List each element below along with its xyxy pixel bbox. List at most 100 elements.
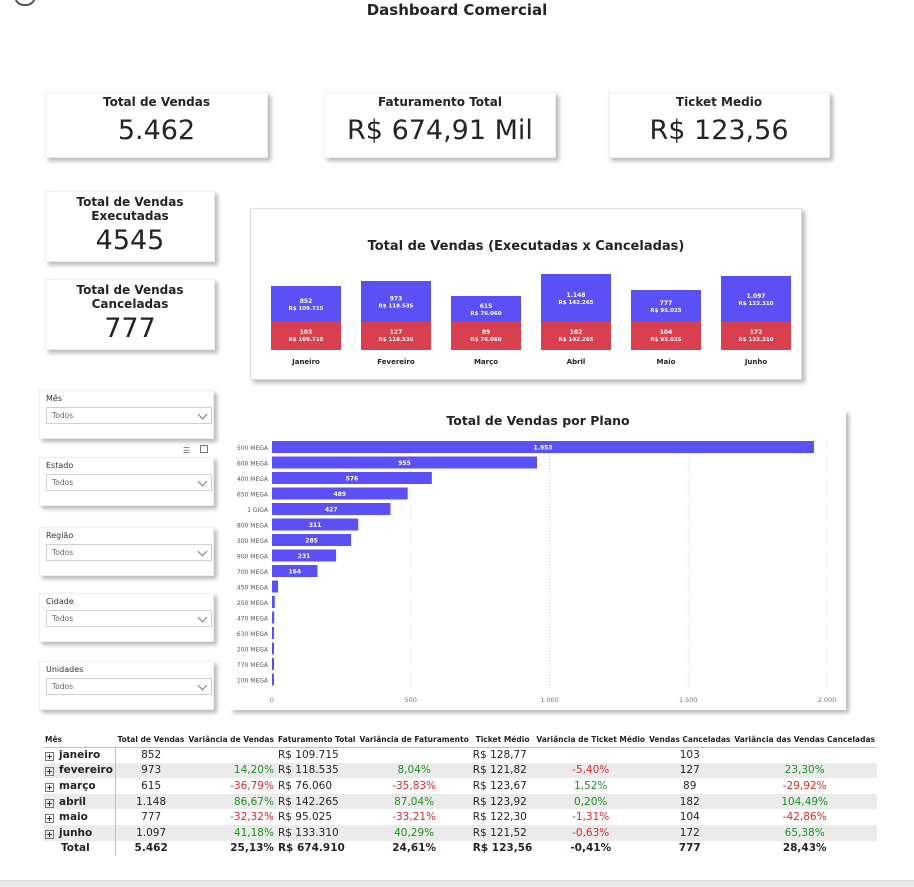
expand-icon[interactable]: + — [45, 767, 54, 777]
data-label: 164 — [288, 569, 301, 576]
data-label: R$ 109.715 — [288, 337, 323, 343]
data-label: 489 — [334, 491, 347, 498]
kpi-label: Total de Vendas — [102, 95, 210, 109]
chart-executadas-canceladas[interactable]: Total de Vendas (Executadas x Canceladas… — [250, 208, 802, 380]
filter-icon[interactable]: ☰ — [183, 446, 190, 455]
col-header[interactable]: Faturamento Total — [276, 733, 358, 747]
cell-var-ticket: -1,31% — [572, 811, 610, 824]
data-label: R$ 76.060 — [470, 311, 501, 317]
cell-var-canc: 65,38% — [732, 824, 877, 841]
filter-value: Todos — [52, 548, 74, 557]
data-label: 104 — [660, 329, 673, 336]
filter-value: Todos — [52, 682, 74, 691]
bar-plano — [272, 611, 275, 624]
cell-var-ticket: -5,40% — [534, 762, 648, 779]
filter-cidade[interactable]: Cidade Todos — [39, 593, 214, 642]
col-header[interactable]: Vendas Canceladas — [647, 733, 732, 747]
page-footer-bar — [0, 880, 914, 887]
cell-mes: + junho — [43, 824, 116, 841]
expand-icon[interactable]: + — [45, 782, 54, 792]
data-label: R$ 118.535 — [378, 304, 413, 310]
x-tick-label: Fevereiro — [377, 358, 415, 366]
col-header[interactable]: Total de Vendas — [115, 733, 186, 747]
kpi-label: Executadas — [91, 209, 169, 223]
cell-vendas: 1.148 — [115, 793, 187, 810]
x-tick-label: Abril — [567, 358, 586, 366]
chevron-down-icon — [197, 409, 208, 420]
cell-var-fat — [357, 747, 470, 763]
y-tick-label: 470 MEGA — [237, 616, 269, 623]
x-tick-label: 0 — [270, 696, 274, 704]
cell-var-vendas: -32,32% — [230, 811, 274, 824]
y-tick-label: 500 MEGA — [237, 445, 269, 452]
table-row[interactable]: + abril 1.148 86,67% R$ 142.265 87,04% R$ 123,… — [43, 793, 877, 810]
y-tick-label: 600 MEGA — [237, 461, 269, 468]
data-label: R$ 133.310 — [738, 337, 773, 343]
kpi-total-vendas: Total de Vendas 5.462 — [45, 92, 268, 158]
col-header[interactable]: Variância das Vendas Canceladas — [732, 733, 877, 747]
cell-fat: R$ 76.060 — [277, 779, 333, 792]
kpi-label: Total de Vendas — [76, 195, 184, 209]
data-label: 576 — [346, 476, 359, 483]
filter-dropdown[interactable]: Todos — [46, 407, 212, 424]
col-header[interactable]: Variância de Ticket Médio — [534, 733, 647, 747]
cell-canc: 777 — [678, 842, 701, 855]
x-tick-label: Junho — [744, 358, 768, 366]
filter-regiao[interactable]: Região Todos — [39, 527, 214, 576]
chevron-down-icon — [197, 612, 208, 623]
col-header[interactable]: Mês — [43, 733, 115, 747]
cell-mes: Total — [43, 840, 116, 857]
table-row[interactable]: + fevereiro 973 14,20% R$ 118.535 8,04% R$ 121… — [43, 762, 877, 779]
cell-vendas: 777 — [141, 811, 162, 824]
row-label: janeiro — [59, 749, 101, 762]
table-row[interactable]: + março 615 -36,79% R$ 76.060 -35,83% R$ 123,6… — [43, 778, 877, 794]
filter-unidades[interactable]: Unidades Todos — [39, 661, 214, 710]
filter-mes[interactable]: Mês Todos — [39, 390, 214, 439]
bar-plano — [272, 580, 279, 593]
col-header[interactable]: Variância de Faturamento — [357, 733, 470, 747]
y-tick-label: 650 MEGA — [237, 492, 269, 499]
table-row[interactable]: + janeiro 852 R$ 109.715 R$ 128,77 103 — [43, 747, 877, 763]
cell-ticket: R$ 123,67 — [472, 779, 527, 792]
row-label: abril — [59, 795, 86, 808]
expand-icon[interactable]: + — [45, 829, 54, 839]
filter-dropdown[interactable]: Todos — [46, 678, 212, 695]
data-label: 172 — [750, 329, 763, 336]
cell-vendas: 973 — [115, 762, 187, 779]
kpi-faturamento: Faturamento Total R$ 674,91 Mil — [324, 92, 556, 158]
cell-var-ticket: -0,41% — [570, 842, 612, 855]
cell-canc: 89 — [683, 779, 697, 792]
y-tick-label: 250 MEGA — [237, 600, 269, 607]
cell-fat: R$ 118.535 — [275, 762, 358, 779]
cell-canc: 127 — [647, 762, 733, 779]
chart-vendas-por-plano[interactable]: Total de Vendas por Plano 0 500 1.000 1.500… — [230, 410, 846, 710]
table-row[interactable]: + maio 777 -32,32% R$ 95.025 -33,21% R$ 122,30… — [43, 809, 877, 825]
cell-ticket: R$ 121,52 — [470, 824, 535, 841]
data-label: 285 — [305, 538, 318, 545]
table-row[interactable]: + junho 1.097 41,18% R$ 133.310 40,29% R$ 121,… — [43, 824, 877, 841]
filter-value: Todos — [52, 478, 74, 487]
filter-dropdown[interactable]: Todos — [46, 610, 212, 627]
col-header[interactable]: Ticket Médio — [471, 733, 535, 747]
expand-icon[interactable]: + — [45, 798, 54, 808]
bar-canceladas — [541, 322, 611, 350]
cell-ticket: R$ 128,77 — [472, 749, 527, 762]
filter-dropdown[interactable]: Todos — [46, 474, 212, 491]
expand-icon[interactable]: + — [45, 814, 54, 824]
cell-mes: + fevereiro — [43, 762, 116, 779]
filter-estado[interactable]: Estado Todos — [39, 457, 214, 506]
kpi-label: Total de Vendas — [76, 283, 184, 297]
cell-var-canc: -29,92% — [782, 779, 827, 792]
cell-var-vendas: 41,18% — [186, 824, 276, 841]
plan-bar-chart: 0 500 1.000 1.500 2.000 500 MEGA 1.953 600 MEGA… — [237, 441, 836, 704]
data-label: 955 — [398, 460, 411, 467]
filter-dropdown[interactable]: Todos — [46, 544, 212, 561]
expand-icon[interactable]: + — [45, 752, 54, 762]
col-header[interactable]: Variância de Vendas — [186, 733, 276, 747]
cell-var-fat: 8,04% — [357, 762, 471, 779]
data-label: 1.097 — [747, 293, 766, 300]
chevron-down-icon — [197, 546, 208, 557]
filter-label: Mês — [46, 394, 62, 403]
focus-mode-icon[interactable] — [200, 445, 208, 453]
data-label: 777 — [660, 300, 673, 307]
